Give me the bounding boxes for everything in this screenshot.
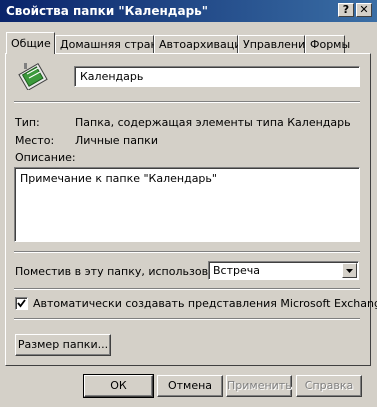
apply-button-label: Применить [227,379,292,392]
folder-size-button-label: Размер папки... [17,338,109,351]
separator [14,288,360,290]
separator [14,251,360,253]
tab-administration[interactable]: Управление [238,35,312,53]
help-title-button[interactable]: ? [338,3,354,17]
help-button[interactable]: Справка [296,375,362,397]
close-icon: ✕ [359,3,369,16]
type-value: Папка, содержащая элементы типа Календар… [75,116,351,129]
ok-button-label: ОК [110,379,127,392]
location-value: Личные папки [75,134,158,147]
window-title: Свойства папки "Календарь" [6,4,208,18]
separator [14,101,360,103]
tab-label: Общие [11,37,51,50]
apply-button[interactable]: Применить [226,375,292,397]
post-label: Поместив в эту папку, использовать: [15,265,232,278]
auto-views-checkbox[interactable] [15,297,28,310]
folder-size-button[interactable]: Размер папки... [15,334,111,356]
folder-name-input[interactable]: Календарь [74,66,360,87]
description-value: Примечание к папке "Календарь" [20,172,217,185]
properties-dialog: Свойства папки "Календарь" ? ✕ Общие Дом… [0,0,377,407]
tab-label: Автоархивация [159,38,249,51]
ok-button[interactable]: ОК [83,374,154,398]
chevron-down-icon [346,269,353,273]
tab-forms[interactable]: Формы [305,35,350,53]
general-tab-panel: Календарь Тип: Папка, содержащая элемент… [5,53,377,366]
post-form-value: Встреча [213,264,260,277]
tab-general[interactable]: Общие [6,32,55,54]
description-label: Описание: [15,151,76,164]
help-button-label: Справка [304,379,354,392]
checkmark-icon [17,299,26,308]
separator [14,318,360,320]
help-icon: ? [342,3,350,16]
tab-label: Формы [310,38,351,51]
post-form-select[interactable]: Встреча [208,261,359,280]
dropdown-button[interactable] [342,263,357,278]
title-bar[interactable]: Свойства папки "Календарь" ? ✕ [0,0,377,22]
tab-autoarchive[interactable]: Автоархивация [154,35,248,53]
cancel-button-label: Отмена [167,379,213,392]
folder-name-value: Календарь [80,70,144,83]
type-label: Тип: [15,116,40,129]
tab-home-page[interactable]: Домашняя страница [55,35,179,53]
cancel-button[interactable]: Отмена [157,375,223,397]
location-label: Место: [15,134,55,147]
description-textarea[interactable]: Примечание к папке "Календарь" [14,167,360,242]
auto-views-label[interactable]: Автоматически создавать представления Mi… [33,297,377,310]
calendar-folder-icon [18,60,48,91]
tab-label: Управление [243,38,313,51]
close-title-button[interactable]: ✕ [356,3,372,17]
